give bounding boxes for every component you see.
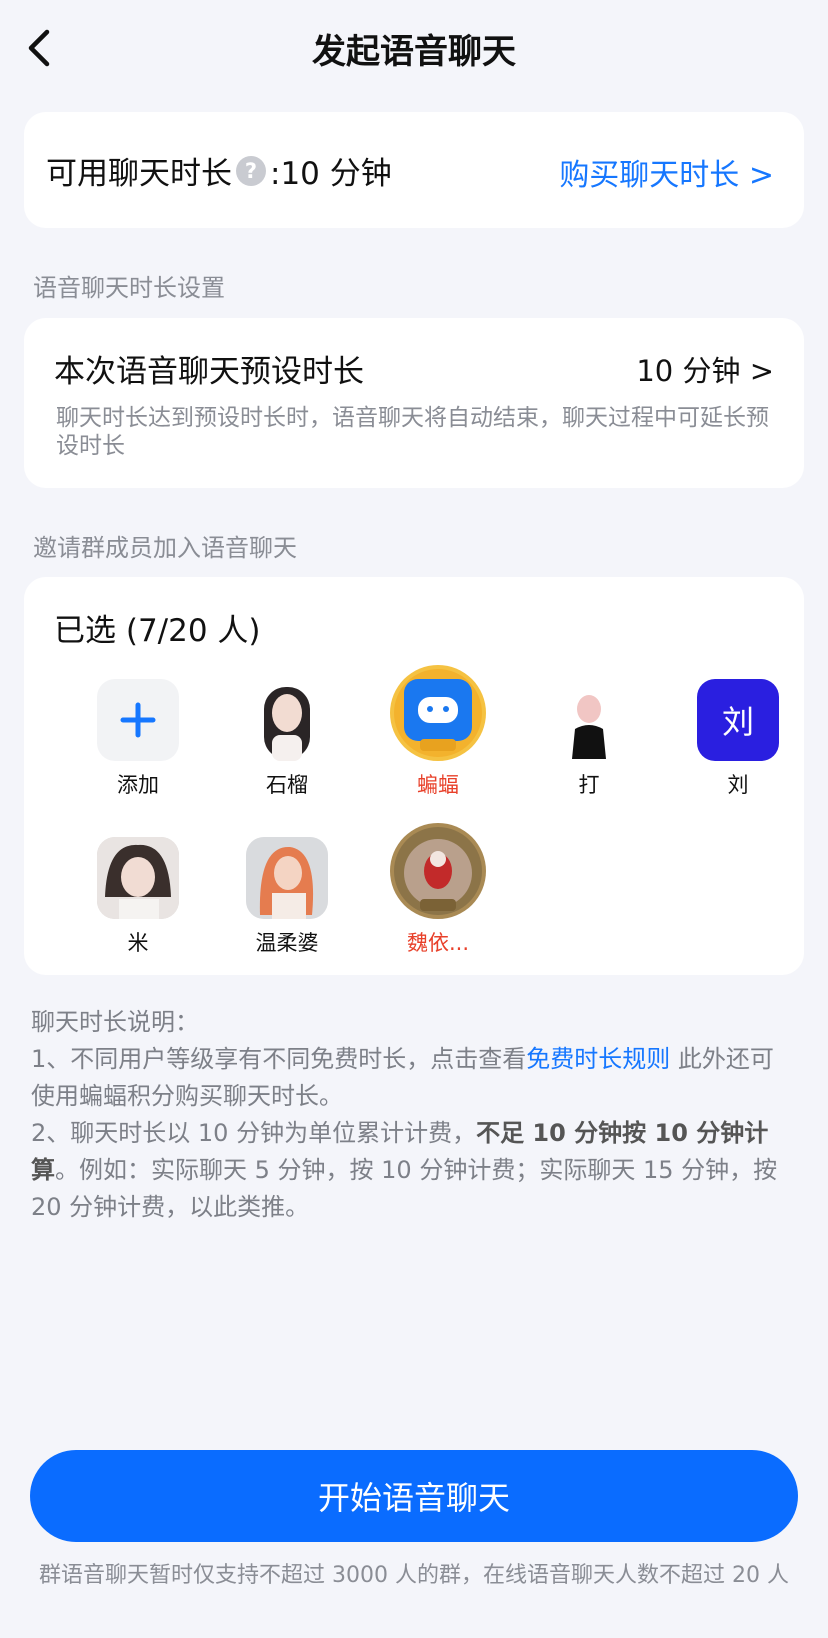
avatar (390, 823, 486, 919)
question-icon[interactable]: ? (236, 155, 266, 186)
member-item[interactable]: 米 (73, 837, 203, 957)
avatar (548, 679, 630, 761)
member-name: 刘 (727, 773, 749, 797)
members-card: 已选 (7/20 人) 添加 石榴 蝙蝠 打 刘 刘 米 温柔婆 魏依... (24, 577, 804, 975)
start-voice-chat-button[interactable]: 开始语音聊天 (30, 1450, 798, 1542)
add-member-label: 添加 (117, 773, 159, 797)
member-name: 蝙蝠 (417, 773, 459, 797)
member-item[interactable]: 蝙蝠 (373, 665, 503, 799)
avatar: 刘 (697, 679, 779, 761)
available-duration-card: 可用聊天时长 ? :10 分钟 购买聊天时长 > (24, 112, 804, 228)
avatar (390, 665, 486, 761)
preset-duration-title: 本次语音聊天预设时长 (54, 354, 364, 390)
header: 发起语音聊天 (0, 0, 828, 100)
add-member-button[interactable]: 添加 (73, 679, 203, 799)
explanation-line-1-text: 1、不同用户等级享有不同免费时长，点击查看 (31, 1045, 527, 1073)
explanation-line-2-suffix: 。例如：实际聊天 5 分钟，按 10 分钟计费；实际聊天 15 分钟，按 20 … (31, 1156, 778, 1221)
member-item[interactable]: 刘 刘 (673, 679, 803, 799)
buy-duration-link[interactable]: 购买聊天时长 > (559, 150, 774, 194)
member-item[interactable]: 温柔婆 (222, 837, 352, 957)
member-name: 米 (127, 931, 149, 955)
member-name: 温柔婆 (255, 931, 319, 955)
available-duration-row: 可用聊天时长 ? :10 分钟 (46, 148, 392, 193)
avatar (97, 837, 179, 919)
members-section-label: 邀请群成员加入语音聊天 (33, 534, 297, 562)
member-name: 魏依... (406, 931, 470, 955)
preset-duration-value[interactable]: 10 分钟 > (636, 348, 774, 390)
free-duration-rules-link[interactable]: 免费时长规则 (526, 1045, 670, 1073)
available-duration-value: :10 分钟 (270, 156, 392, 192)
explanation-title: 聊天时长说明： (31, 1008, 199, 1036)
member-item[interactable]: 石榴 (222, 679, 352, 799)
member-name: 石榴 (266, 773, 308, 797)
available-duration-label: 可用聊天时长 (46, 156, 232, 192)
member-item[interactable]: 打 (524, 679, 654, 799)
explanation-line-2-text: 2、聊天时长以 10 分钟为单位累计计费， (31, 1119, 477, 1147)
member-item[interactable]: 魏依... (373, 823, 503, 957)
duration-setting-card[interactable]: 本次语音聊天预设时长 10 分钟 > 聊天时长达到预设时长时，语音聊天将自动结束… (24, 318, 804, 488)
member-name: 打 (578, 773, 600, 797)
add-avatar[interactable] (97, 679, 179, 761)
explanation-line-2: 2、聊天时长以 10 分钟为单位累计计费，不足 10 分钟按 10 分钟计算。例… (31, 1115, 797, 1226)
footer-note: 群语音聊天暂时仅支持不超过 3000 人的群，在线语音聊天人数不超过 20 人 (39, 1563, 789, 1588)
selected-count: 已选 (7/20 人) (54, 613, 261, 649)
avatar (246, 679, 328, 761)
duration-explanation: 聊天时长说明： 1、不同用户等级享有不同免费时长，点击查看免费时长规则 此外还可… (31, 1004, 797, 1226)
preset-duration-description: 聊天时长达到预设时长时，语音聊天将自动结束，聊天过程中可延长预设时长 (56, 405, 769, 459)
avatar (246, 837, 328, 919)
duration-section-label: 语音聊天时长设置 (33, 274, 225, 302)
plus-icon (120, 702, 156, 738)
page-title: 发起语音聊天 (312, 32, 516, 72)
explanation-line-1: 1、不同用户等级享有不同免费时长，点击查看免费时长规则 此外还可使用蝙蝠积分购买… (31, 1041, 797, 1115)
